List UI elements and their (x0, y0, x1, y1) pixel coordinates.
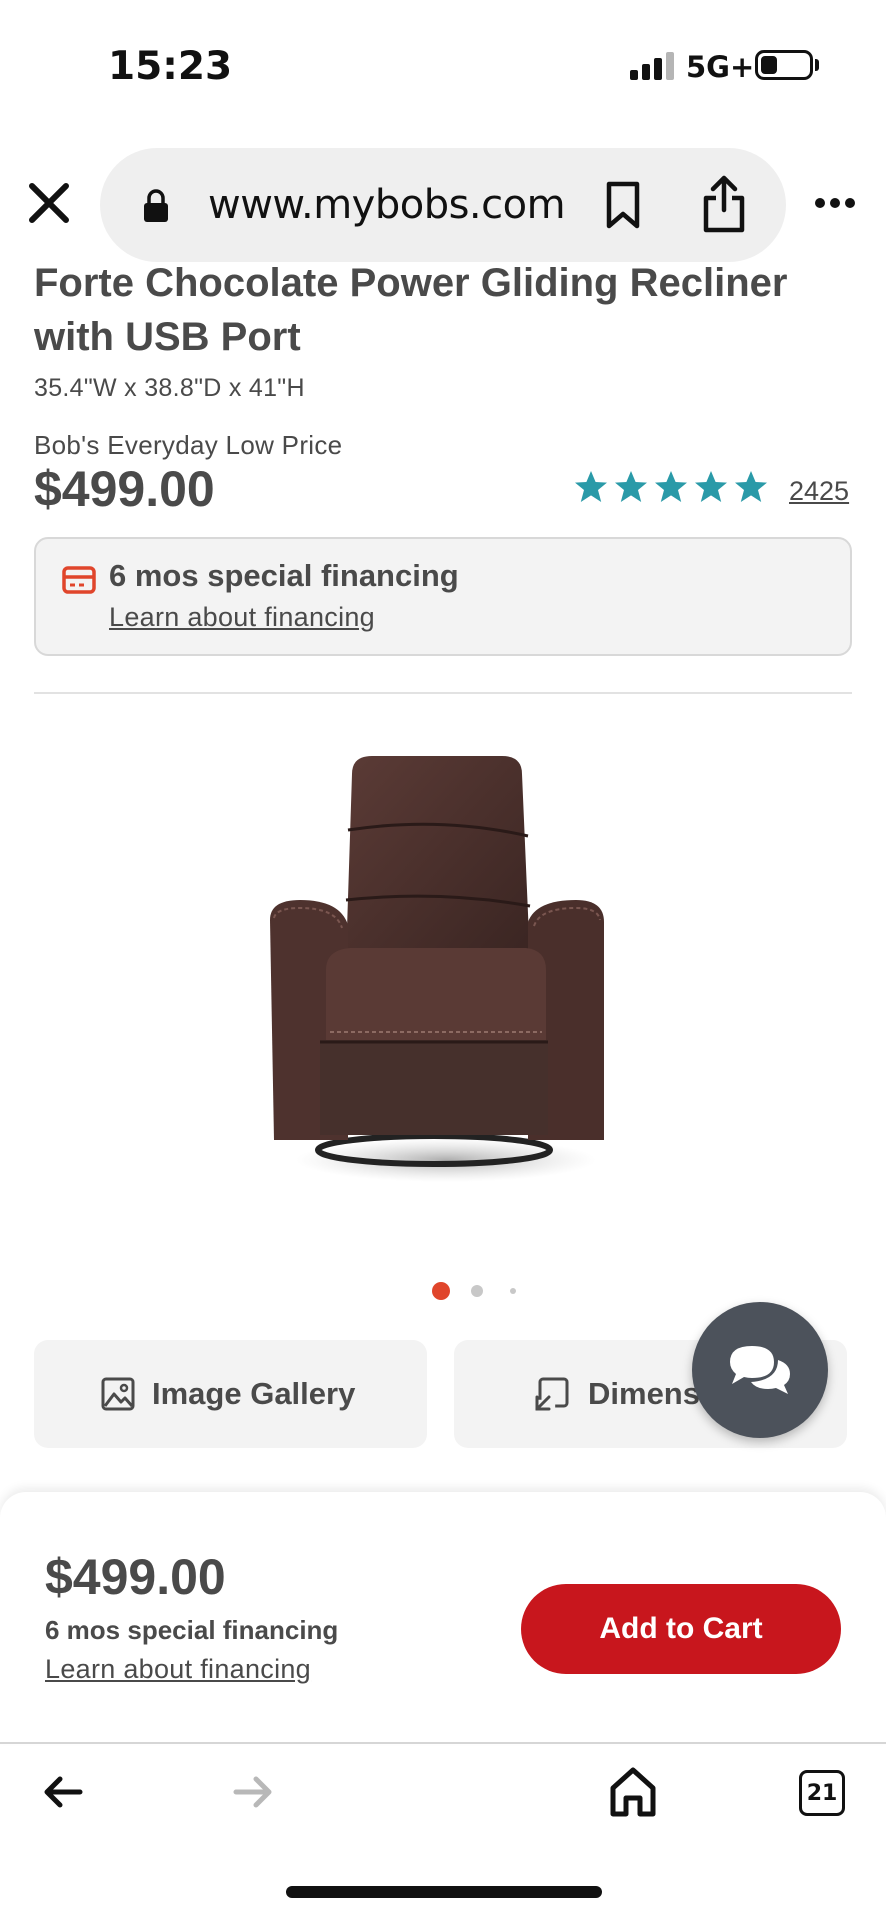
chat-button[interactable] (692, 1302, 828, 1438)
forward-arrow-icon[interactable] (232, 1774, 274, 1810)
add-to-cart-button[interactable]: Add to Cart (521, 1584, 841, 1674)
home-icon[interactable] (608, 1766, 658, 1818)
sticky-financing-text: 6 mos special financing (45, 1615, 339, 1645)
image-gallery-button[interactable]: Image Gallery (34, 1340, 427, 1448)
divider (34, 692, 852, 694)
sticky-learn-financing-link[interactable]: Learn about financing (45, 1654, 311, 1685)
dimensions-icon (535, 1377, 569, 1411)
battery-icon (755, 50, 813, 80)
product-title: Forte Chocolate Power Gliding Recliner w… (34, 261, 788, 359)
star-icon (575, 471, 607, 502)
chat-bubbles-icon (730, 1346, 790, 1394)
financing-box (34, 537, 852, 656)
rating-stars[interactable] (574, 470, 768, 504)
carousel-dots[interactable] (432, 1282, 532, 1300)
product-image[interactable] (240, 750, 640, 1200)
image-gallery-label: Image Gallery (152, 1376, 356, 1411)
star-icon (735, 471, 767, 502)
image-icon (101, 1377, 135, 1411)
star-icon (655, 471, 687, 502)
carousel-dot-2[interactable] (471, 1285, 483, 1297)
url-text[interactable]: www.mybobs.com (208, 182, 566, 228)
star-icon (695, 471, 727, 502)
lock-icon (144, 189, 168, 222)
more-icon[interactable] (814, 196, 856, 210)
price-label: Bob's Everyday Low Price (34, 430, 343, 460)
tabs-button[interactable]: 21 (799, 1770, 845, 1816)
status-bar: 15:23 5G+ (0, 0, 886, 120)
review-count-link[interactable]: 2425 (789, 476, 849, 507)
divider (0, 1742, 886, 1744)
network-type: 5G+ (686, 50, 755, 84)
back-arrow-icon[interactable] (42, 1774, 84, 1810)
signal-icon (630, 52, 674, 80)
sticky-price: $499.00 (45, 1549, 226, 1605)
carousel-dot-1[interactable] (432, 1282, 450, 1300)
product-dimensions: 35.4"W x 38.8"D x 41"H (34, 374, 305, 402)
carousel-dot-3[interactable] (510, 1288, 516, 1294)
bookmark-icon[interactable] (603, 180, 643, 230)
home-indicator (286, 1886, 602, 1898)
product-price: $499.00 (34, 461, 215, 517)
share-icon[interactable] (700, 174, 748, 234)
credit-card-icon (62, 566, 96, 594)
financing-title: 6 mos special financing (109, 558, 459, 593)
star-icon (615, 471, 647, 502)
status-time: 15:23 (108, 44, 233, 89)
learn-financing-link[interactable]: Learn about financing (109, 602, 375, 633)
close-icon[interactable] (26, 180, 72, 226)
